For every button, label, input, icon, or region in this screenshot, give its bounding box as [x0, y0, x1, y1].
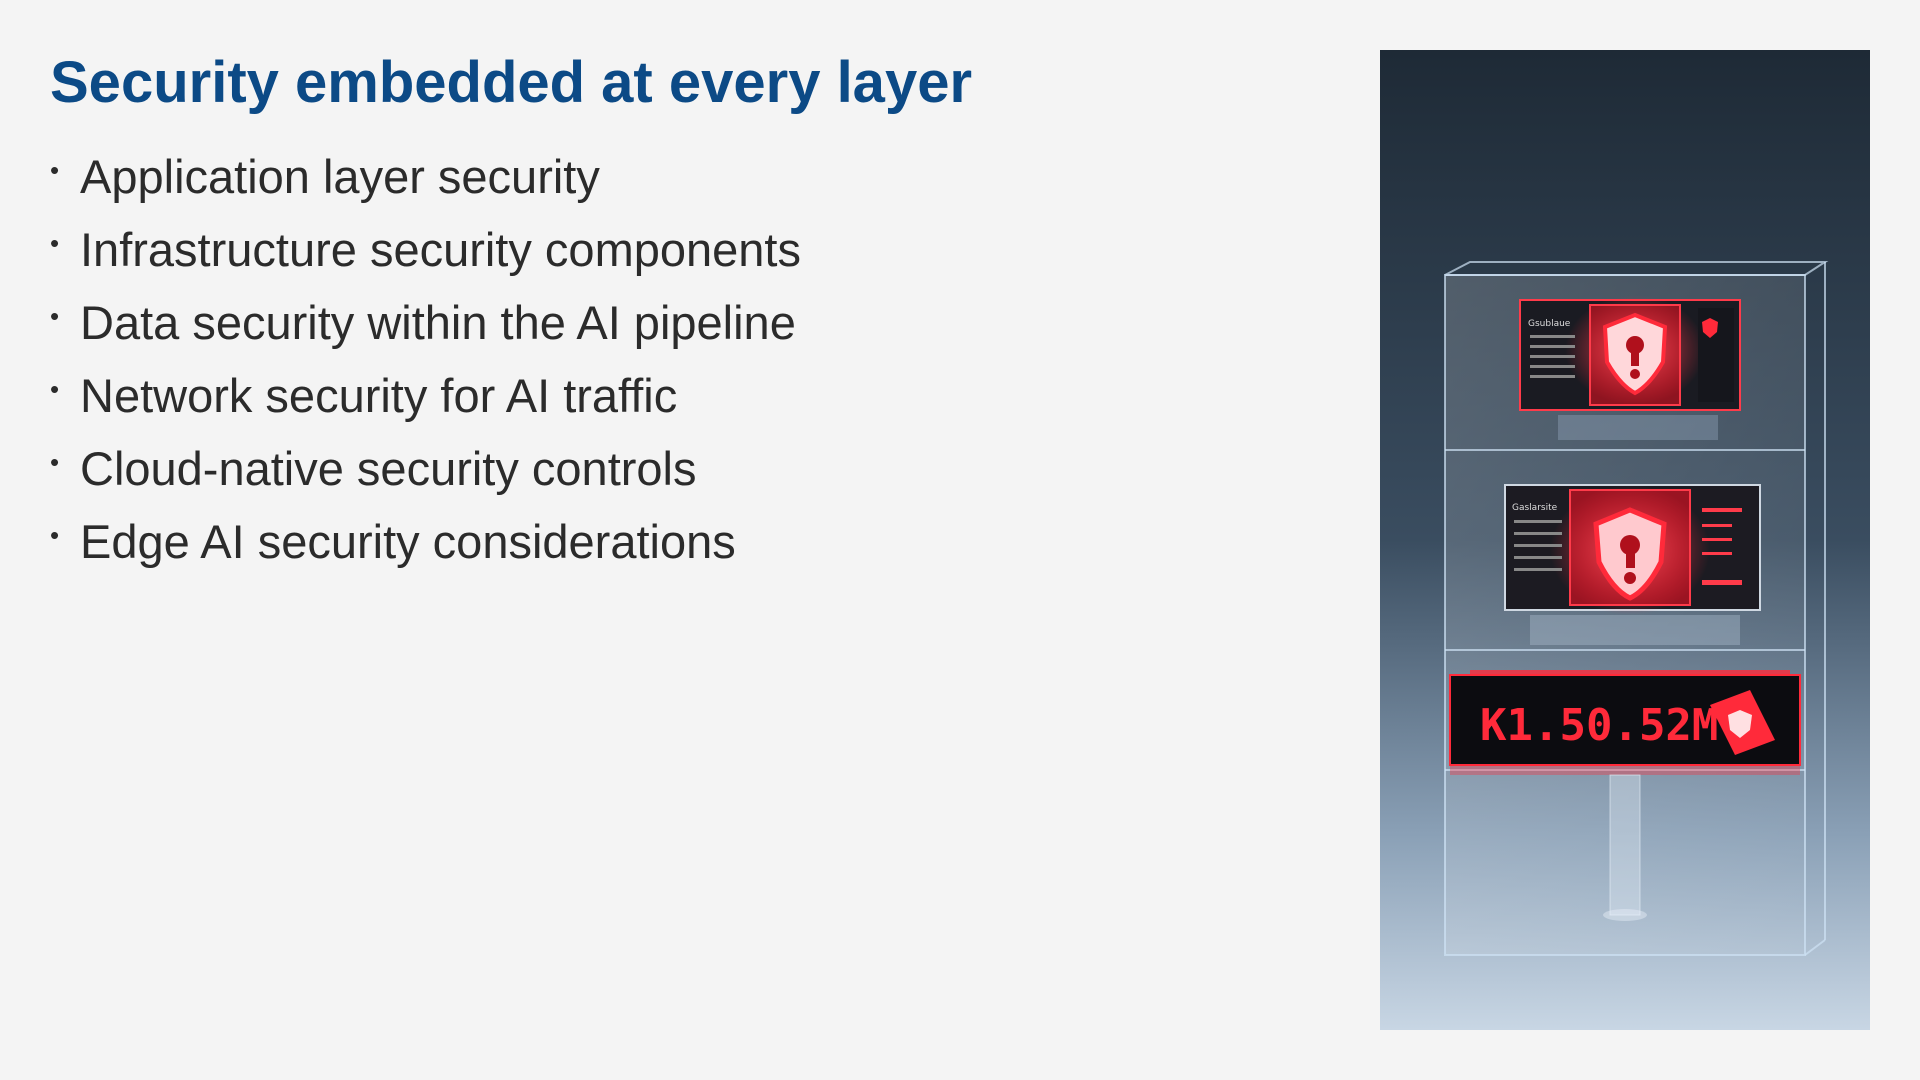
bullet-text: Edge AI security considerations — [80, 515, 736, 568]
bullet-text: Network security for AI traffic — [80, 369, 678, 422]
middle-security-module: Gaslarsite — [1504, 484, 1761, 645]
bullet-text: Infrastructure security components — [80, 223, 801, 276]
bullet-text: Data security within the AI pipeline — [80, 296, 796, 349]
bullet-list: • Application layer security • Infrastruct… — [50, 148, 801, 586]
bullet-item: • Network security for AI traffic — [50, 367, 801, 440]
bullet-text: Application layer security — [80, 150, 600, 203]
bullet-item: • Data security within the AI pipeline — [50, 294, 801, 367]
bullet-text: Cloud-native security controls — [80, 442, 697, 495]
bullet-item: • Infrastructure security components — [50, 221, 801, 294]
bullet-item: • Cloud-native security controls — [50, 440, 801, 513]
slide-title: Security embedded at every layer — [50, 50, 973, 115]
panel-header-1: Gsublaue — [1528, 319, 1571, 329]
display-readout: K1.50.52M — [1480, 700, 1718, 751]
bullet-item: • Edge AI security considerations — [50, 513, 801, 586]
bullet-marker-icon: • — [50, 520, 60, 550]
bullet-marker-icon: • — [50, 155, 60, 185]
display-module: K1.50.52M — [1449, 670, 1801, 775]
bullet-item: • Application layer security — [50, 148, 801, 221]
security-stack-image: Gsublaue Gaslarsite K1.50.52M — [1380, 50, 1870, 1030]
bullet-marker-icon: • — [50, 447, 60, 477]
panel-header-2: Gaslarsite — [1512, 503, 1558, 513]
stack-base — [1603, 774, 1647, 921]
bullet-marker-icon: • — [50, 301, 60, 331]
bullet-marker-icon: • — [50, 374, 60, 404]
bullet-marker-icon: • — [50, 228, 60, 258]
